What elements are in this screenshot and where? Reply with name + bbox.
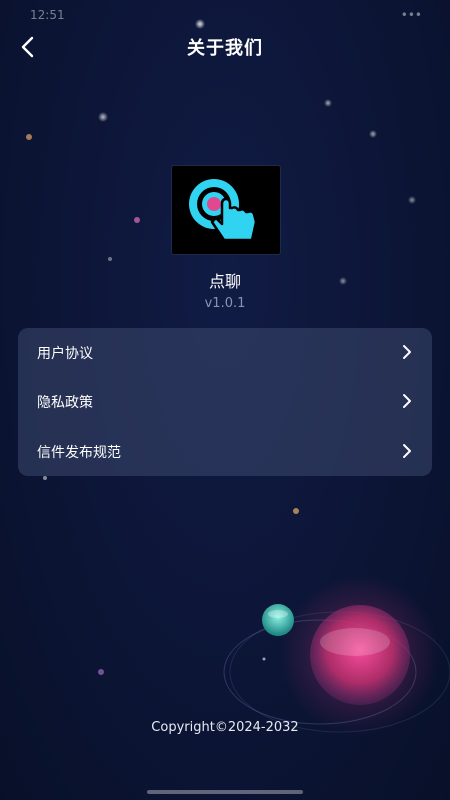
menu-item-label: 隐私政策 <box>37 395 93 411</box>
menu-item-label: 用户协议 <box>37 346 93 362</box>
copyright-text: Copyright©2024-2032 <box>151 720 299 735</box>
app-name: 点聊 <box>208 272 241 291</box>
app-version: v1.0.1 <box>204 296 246 311</box>
chevron-right-icon <box>403 345 411 359</box>
home-indicator[interactable] <box>147 790 303 794</box>
status-indicators: ••• <box>400 8 422 22</box>
status-bar: 12:51 ••• <box>0 0 450 30</box>
menu-item-privacy-policy[interactable]: 隐私政策 <box>18 377 432 427</box>
settings-menu: 用户协议 隐私政策 信件发布规范 <box>18 328 432 476</box>
page-title: 关于我们 <box>187 38 263 59</box>
menu-item-label: 信件发布规范 <box>37 445 121 461</box>
status-time: 12:51 <box>30 8 65 22</box>
menu-item-posting-rules[interactable]: 信件发布规范 <box>18 427 432 477</box>
tap-target-icon <box>189 179 258 242</box>
menu-item-user-agreement[interactable]: 用户协议 <box>18 328 432 378</box>
chevron-right-icon <box>403 444 411 458</box>
about-screen: 12:51 ••• 关于我们 点聊 v1.0.1 用户协议 隐私政策 信件发布规… <box>0 0 450 800</box>
app-logo <box>171 165 281 255</box>
chevron-right-icon <box>403 394 411 408</box>
